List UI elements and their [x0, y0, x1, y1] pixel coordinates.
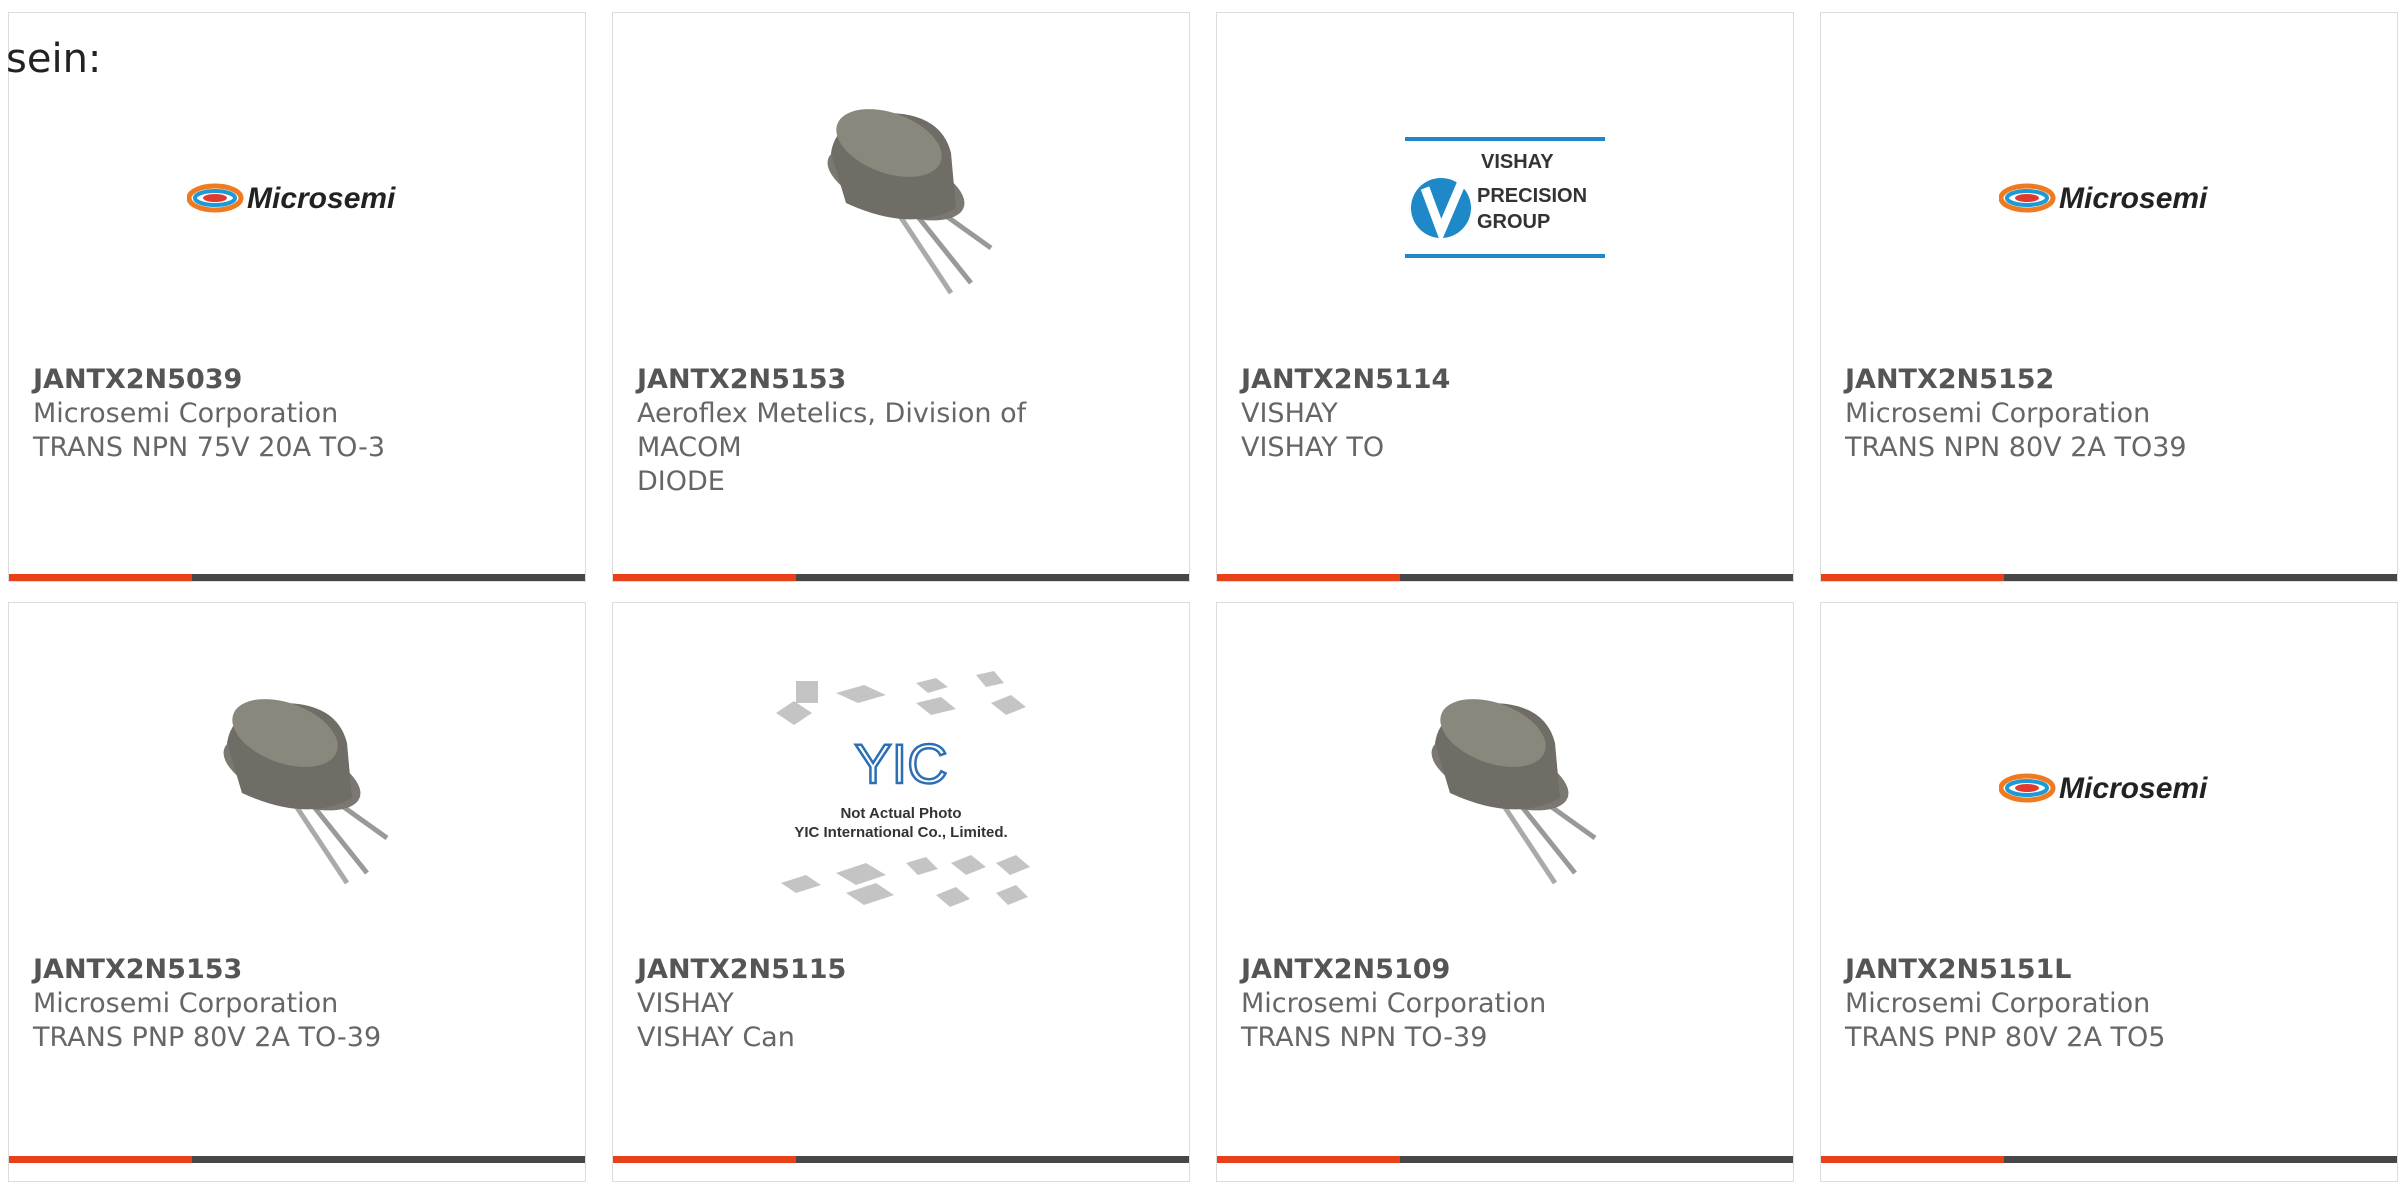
- part-number[interactable]: JANTX2N5152: [1845, 363, 2373, 397]
- part-number[interactable]: JANTX2N5153: [637, 363, 1165, 397]
- card-footer-bar: [1821, 1156, 2397, 1163]
- description: VISHAY Can: [637, 1022, 795, 1053]
- card-footer-bar: [613, 1156, 1189, 1163]
- manufacturer: Microsemi Corporation: [33, 988, 339, 1019]
- card-footer-bar: [1821, 574, 2397, 581]
- manufacturer: Microsemi Corporation: [1241, 988, 1547, 1019]
- manufacturer: Microsemi Corporation: [33, 398, 339, 429]
- to39-transistor-photo: [613, 53, 1189, 343]
- part-number[interactable]: JANTX2N5039: [33, 363, 561, 397]
- microsemi-logo-image: Microsemi: [1821, 53, 2397, 343]
- product-card[interactable]: Microsemi JANTX2N5151L Microsemi Corpora…: [1820, 602, 2398, 1182]
- svg-text:VISHAY: VISHAY: [1481, 151, 1554, 173]
- card-footer-bar: [1217, 1156, 1793, 1163]
- svg-text:Not Actual Photo: Not Actual Photo: [840, 805, 961, 822]
- vishay-precision-logo: VISHAY PRECISION GROUP: [1217, 53, 1793, 343]
- product-card[interactable]: JANTX2N5109 Microsemi Corporation TRANS …: [1216, 602, 1794, 1182]
- description: DIODE: [637, 466, 725, 497]
- card-footer-bar: [9, 574, 585, 581]
- yic-placeholder-image: YIC Not Actual Photo YIC International C…: [613, 643, 1189, 933]
- description: VISHAY TO: [1241, 432, 1385, 463]
- description: TRANS PNP 80V 2A TO-39: [33, 1022, 382, 1053]
- svg-text:Microsemi: Microsemi: [247, 182, 396, 215]
- microsemi-swirl-icon: [1999, 773, 2056, 803]
- product-grid: Microsemi JANTX2N5039 Microsemi Corporat…: [0, 0, 2407, 1182]
- description: TRANS NPN 80V 2A TO39: [1845, 432, 2187, 463]
- to39-transistor-photo: [9, 643, 585, 933]
- description: TRANS PNP 80V 2A TO5: [1845, 1022, 2166, 1053]
- manufacturer: Aeroflex Metelics, Division of MACOM: [637, 398, 1027, 463]
- product-card[interactable]: YIC Not Actual Photo YIC International C…: [612, 602, 1190, 1182]
- card-footer-bar: [9, 1156, 585, 1163]
- description: TRANS NPN 75V 20A TO-3: [33, 432, 386, 463]
- product-card[interactable]: VISHAY PRECISION GROUP JANTX2N5114 VISHA…: [1216, 12, 1794, 582]
- manufacturer: VISHAY: [637, 988, 734, 1019]
- microsemi-swirl-icon: [187, 183, 244, 213]
- svg-text:Microsemi: Microsemi: [2059, 772, 2208, 805]
- svg-text:YIC International Co., Limited: YIC International Co., Limited.: [794, 824, 1007, 841]
- to39-transistor-photo: [1217, 643, 1793, 933]
- part-number[interactable]: JANTX2N5151L: [1845, 953, 2373, 987]
- yic-logo-icon: YIC: [854, 732, 947, 795]
- part-number[interactable]: JANTX2N5109: [1241, 953, 1769, 987]
- card-footer-bar: [613, 574, 1189, 581]
- manufacturer: VISHAY: [1241, 398, 1338, 429]
- product-card[interactable]: JANTX2N5153 Aeroflex Metelics, Division …: [612, 12, 1190, 582]
- svg-text:PRECISION: PRECISION: [1477, 185, 1587, 207]
- microsemi-logo-image: Microsemi: [1821, 643, 2397, 933]
- intro-text: sein:: [6, 36, 102, 82]
- manufacturer: Microsemi Corporation: [1845, 398, 2151, 429]
- description: TRANS NPN TO-39: [1241, 1022, 1488, 1053]
- svg-text:GROUP: GROUP: [1477, 211, 1550, 233]
- svg-text:Microsemi: Microsemi: [2059, 182, 2208, 215]
- product-card[interactable]: Microsemi JANTX2N5152 Microsemi Corporat…: [1820, 12, 2398, 582]
- microsemi-swirl-icon: [1999, 183, 2056, 213]
- product-card[interactable]: Microsemi JANTX2N5039 Microsemi Corporat…: [8, 12, 586, 582]
- card-footer-bar: [1217, 574, 1793, 581]
- product-card[interactable]: JANTX2N5153 Microsemi Corporation TRANS …: [8, 602, 586, 1182]
- part-number[interactable]: JANTX2N5115: [637, 953, 1165, 987]
- microsemi-logo-image: Microsemi: [9, 53, 585, 343]
- manufacturer: Microsemi Corporation: [1845, 988, 2151, 1019]
- part-number[interactable]: JANTX2N5114: [1241, 363, 1769, 397]
- part-number[interactable]: JANTX2N5153: [33, 953, 561, 987]
